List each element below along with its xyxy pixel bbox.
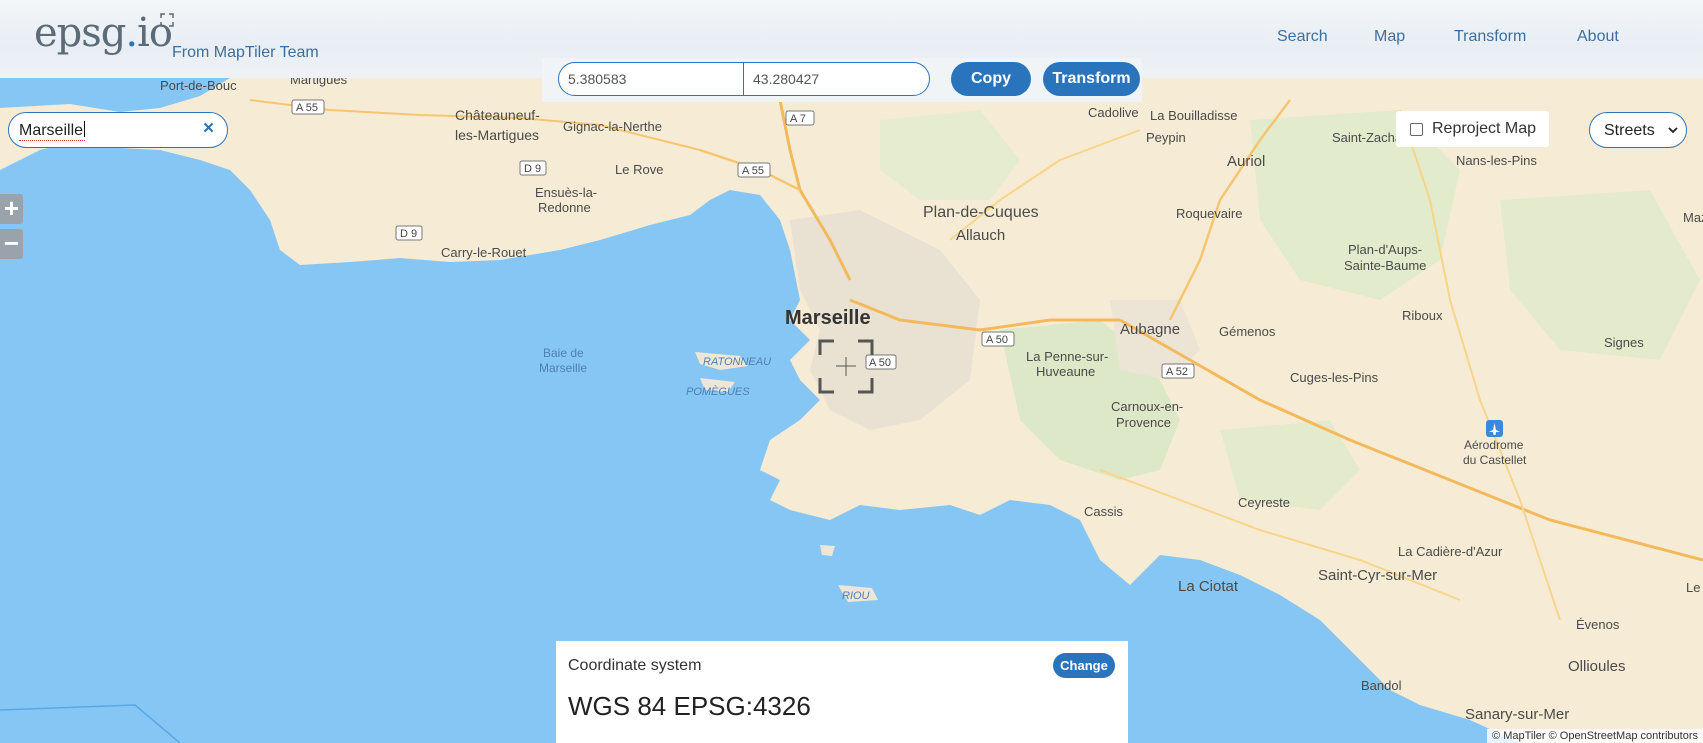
svg-text:A 55: A 55 — [742, 165, 764, 177]
place-label: Riboux — [1402, 308, 1443, 323]
place-label: Peypin — [1146, 130, 1186, 145]
road-shield: A 52 — [1161, 363, 1195, 379]
reproject-map-control[interactable]: Reproject Map — [1396, 111, 1549, 147]
latitude-input[interactable]: 43.280427 — [743, 62, 930, 96]
place-label: Huveaune — [1036, 364, 1095, 379]
nav-transform[interactable]: Transform — [1454, 28, 1526, 46]
coordinate-system-value: WGS 84 EPSG:4326 — [568, 691, 811, 721]
place-label: Ensuès-la- — [535, 185, 597, 200]
svg-text:A 50: A 50 — [869, 357, 891, 369]
place-label: Carry-le-Rouet — [441, 245, 527, 260]
place-label: Ceyreste — [1238, 495, 1290, 510]
island-label: POMÈGUES — [686, 385, 750, 398]
place-label: Aérodrome — [1464, 438, 1524, 452]
place-label: Ollioules — [1568, 658, 1626, 675]
place-search-input[interactable]: Marseille × — [8, 112, 228, 148]
water-label: Marseille — [539, 361, 587, 375]
place-label: Plan-de-Cuques — [923, 204, 1039, 221]
place-label: Roquevaire — [1176, 206, 1243, 221]
zoom-in-button[interactable]: + — [0, 194, 23, 224]
place-label: Auriol — [1227, 153, 1265, 170]
nav-map[interactable]: Map — [1374, 28, 1405, 46]
epsg-logo[interactable]: epsg.io — [34, 10, 173, 56]
road-shield: A 7 — [785, 110, 815, 126]
crosshair-icon — [818, 339, 874, 394]
place-label: Le Castellet — [1686, 580, 1703, 595]
longitude-input[interactable]: 5.380583 — [558, 62, 744, 96]
change-crs-button[interactable]: Change — [1053, 653, 1115, 678]
road-shield: A 50 — [981, 331, 1015, 347]
place-label: Cassis — [1084, 504, 1124, 519]
place-label: Allauch — [956, 227, 1005, 244]
place-label: Sainte-Baume — [1344, 258, 1426, 273]
road-shield: D 9 — [519, 160, 547, 176]
nav-search[interactable]: Search — [1277, 28, 1328, 46]
close-icon[interactable]: × — [203, 118, 214, 140]
coordinate-system-panel: Coordinate system WGS 84 EPSG:4326 Chang… — [556, 641, 1128, 743]
place-label: Cadolive — [1088, 105, 1139, 120]
reproject-label: Reproject Map — [1432, 120, 1537, 137]
copy-button[interactable]: Copy — [951, 62, 1031, 96]
place-label: La Cadière-d'Azur — [1398, 544, 1503, 559]
svg-text:A 55: A 55 — [296, 102, 318, 114]
road-shield: D 9 — [395, 225, 423, 241]
team-tagline[interactable]: From MapTiler Team — [172, 44, 319, 62]
road-shield: A 55 — [737, 162, 771, 178]
place-label: Bandol — [1361, 678, 1402, 693]
reproject-checkbox[interactable] — [1410, 123, 1423, 136]
svg-text:A 50: A 50 — [986, 334, 1008, 346]
place-label: La Penne-sur- — [1026, 349, 1108, 364]
coordinate-system-title: Coordinate system — [568, 657, 702, 674]
place-label: Le Rove — [615, 162, 663, 177]
place-label: Aubagne — [1120, 321, 1180, 338]
place-label: Provence — [1116, 415, 1171, 430]
search-input-value: Marseille — [19, 121, 86, 141]
place-label: La Ciotat — [1178, 578, 1239, 595]
road-shield: A 55 — [291, 99, 325, 115]
place-label: les-Martigues — [455, 127, 539, 143]
place-label: Signes — [1604, 335, 1644, 350]
svg-text:D 9: D 9 — [400, 228, 417, 240]
place-label: du Castellet — [1463, 453, 1527, 467]
place-label: Gignac-la-Nerthe — [563, 119, 662, 134]
airport-icon — [1486, 420, 1503, 437]
nav-about[interactable]: About — [1577, 28, 1619, 46]
place-label: Nans-les-Pins — [1456, 153, 1537, 168]
place-label: Port-de-Bouc — [160, 78, 237, 93]
place-label: Évenos — [1576, 617, 1620, 632]
island-label: RATONNEAU — [703, 356, 771, 368]
place-label: Redonne — [538, 200, 591, 215]
place-label: Plan-d'Aups- — [1348, 242, 1422, 257]
place-label: Mazaugues — [1683, 210, 1703, 225]
map-style-select[interactable]: Streets — [1589, 112, 1687, 148]
island-label: RIOU — [842, 590, 870, 602]
place-label: Gémenos — [1219, 324, 1276, 339]
fullscreen-icon[interactable] — [160, 13, 174, 27]
place-label: Saint-Cyr-sur-Mer — [1318, 567, 1437, 584]
svg-text:D 9: D 9 — [524, 163, 541, 175]
map-attribution[interactable]: © MapTiler © OpenStreetMap contributors — [1487, 729, 1703, 743]
road-shield: A 50 — [865, 354, 897, 370]
map-style-value: Streets — [1604, 122, 1655, 139]
city-label-marseille: Marseille — [785, 307, 871, 329]
place-label: Cuges-les-Pins — [1290, 370, 1379, 385]
place-label: Sanary-sur-Mer — [1465, 706, 1569, 723]
water-label: Baie de — [543, 346, 584, 360]
place-label: Carnoux-en- — [1111, 399, 1183, 414]
chevron-down-icon — [1668, 127, 1678, 134]
place-label: Châteauneuf- — [455, 107, 540, 123]
zoom-out-button[interactable]: − — [0, 229, 23, 259]
svg-text:A 52: A 52 — [1166, 366, 1188, 378]
transform-button[interactable]: Transform — [1043, 62, 1140, 96]
svg-text:A 7: A 7 — [790, 113, 806, 125]
place-label: La Bouilladisse — [1150, 108, 1237, 123]
